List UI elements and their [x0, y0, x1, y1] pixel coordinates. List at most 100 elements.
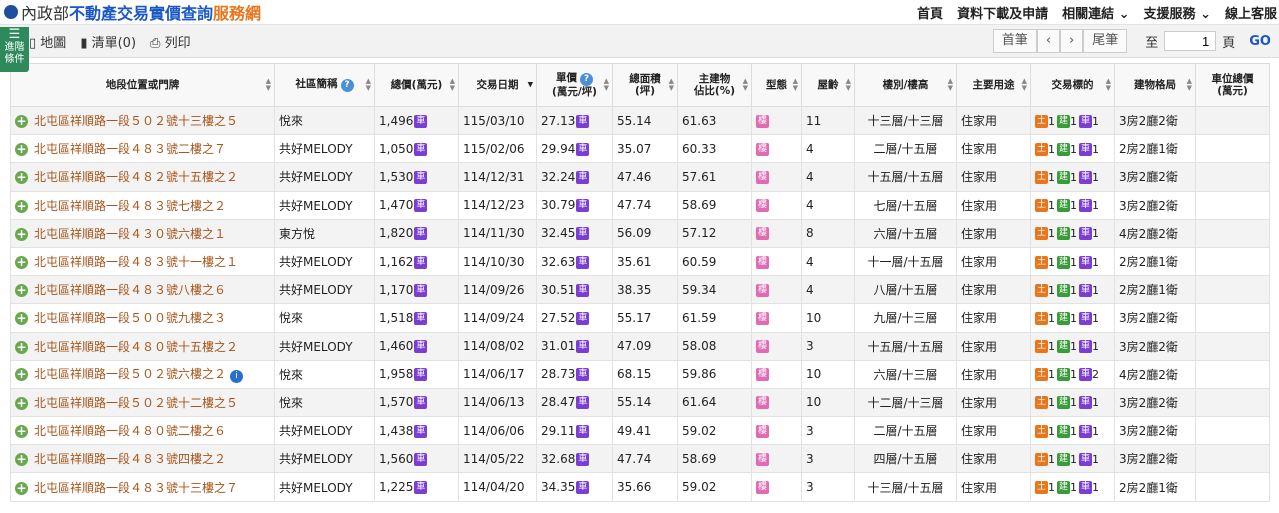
col-community[interactable]: 社區簡稱? ▲ ▼ [274, 63, 375, 107]
col-type[interactable]: 型態 ▲ ▼ [751, 63, 802, 107]
cell-type: 樓 [751, 246, 802, 277]
table-row[interactable]: + 北屯區祥順路一段４８０號二樓之６ 共好MELODY 1,438 車 114/06/06… [10, 416, 1270, 446]
table-row[interactable]: + 北屯區祥順路一段４８０號十五樓之２ 共好MELODY 1,460 車 114/08/0… [10, 331, 1270, 361]
table-row[interactable]: + 北屯區祥順路一段４８３號十三樓之７ 共好MELODY 1,225 車 114/04/2… [10, 472, 1270, 502]
help-icon[interactable]: ? [580, 73, 593, 86]
address-link[interactable]: 北屯區祥順路一段４８２號十五樓之２ [34, 170, 238, 184]
cell-use: 住家用 [956, 275, 1031, 305]
cell-type: 樓 [751, 162, 802, 192]
expand-plus-icon[interactable]: + [15, 396, 28, 410]
cell-target: 土1建1車1 [1030, 218, 1115, 248]
col-parking-price[interactable]: 車位總價 (萬元) [1195, 63, 1270, 107]
parking-badge: 車 [414, 170, 428, 184]
address-link[interactable]: 北屯區祥順路一段４８３號二樓之７ [34, 142, 226, 156]
info-icon[interactable]: i [230, 370, 244, 384]
building-count: 1 [1070, 481, 1077, 495]
expand-plus-icon[interactable]: + [15, 368, 28, 382]
parking-badge: 車 [1079, 170, 1092, 184]
cell-community: 悅來 [274, 359, 375, 389]
cell-layout: 3房2廳2衛 [1114, 331, 1196, 361]
expand-plus-icon[interactable]: + [15, 425, 28, 439]
last-page-button[interactable]: 尾筆 [1083, 29, 1128, 53]
page-number-input[interactable] [1164, 31, 1217, 51]
table-row[interactable]: + 北屯區祥順路一段５０２號六樓之２ i 悅來 1,958 車 114/06/17 28.73… [10, 359, 1270, 389]
col-main-ratio[interactable]: 主建物 佔比(%) ▲ ▼ [677, 63, 752, 107]
expand-plus-icon[interactable]: + [15, 284, 28, 298]
expand-plus-icon[interactable]: + [15, 453, 28, 467]
col-age[interactable]: 屋齡 ▲ ▼ [801, 63, 855, 107]
address-link[interactable]: 北屯區祥順路一段４８３號八樓之６ [34, 283, 226, 297]
land-badge: 土 [1035, 170, 1048, 184]
expand-plus-icon[interactable]: + [15, 115, 28, 129]
table-row[interactable]: + 北屯區祥順路一段４３０號六樓之１ 東方悅 1,820 車 114/11/30 32.45… [10, 218, 1270, 248]
site-logo[interactable]: 內政部 不動產交易實價查詢 服務網 [0, 0, 261, 24]
print-button[interactable]: ⎙ 列印 [150, 32, 191, 51]
list-view-button[interactable]: ▮ 清單(0) [80, 32, 136, 51]
prev-page-button[interactable]: ‹ [1036, 29, 1061, 53]
col-address[interactable]: 地段位置或門牌 ▲ ▼ [10, 63, 275, 107]
cell-floor: 十三層/十五層 [854, 472, 957, 502]
expand-plus-icon[interactable]: + [15, 256, 28, 270]
first-page-button[interactable]: 首筆 [992, 29, 1037, 53]
table-row[interactable]: + 北屯區祥順路一段４８３號七樓之２ 共好MELODY 1,470 車 114/12/23… [10, 190, 1270, 220]
building-type-badge: 樓 [756, 114, 769, 128]
address-link[interactable]: 北屯區祥順路一段４８３號十一樓之１ [34, 255, 238, 269]
table-row[interactable]: + 北屯區祥順路一段４８３號二樓之７ 共好MELODY 1,050 車 115/02/06… [10, 134, 1270, 164]
advanced-filter-button[interactable]: ☰ 進階 條件 [0, 27, 29, 72]
expand-plus-icon[interactable]: + [15, 481, 28, 495]
cell-total-area: 47.09 [612, 331, 678, 361]
nav-support[interactable]: 支援服務 ⌄ [1144, 3, 1211, 22]
table-row[interactable]: + 北屯區祥順路一段５０２號十二樓之５ 悅來 1,570 車 114/06/13 28.47… [10, 387, 1270, 418]
parking-badge: 車 [1079, 452, 1092, 466]
col-floor[interactable]: 樓別/樓高 ▲ ▼ [854, 63, 957, 107]
address-link[interactable]: 北屯區祥順路一段４８３號七樓之２ [34, 199, 226, 213]
help-icon[interactable]: ? [340, 79, 354, 92]
expand-plus-icon[interactable]: + [15, 199, 28, 213]
address-link[interactable]: 北屯區祥順路一段５０２號十二樓之５ [34, 396, 238, 410]
next-page-button[interactable]: › [1060, 29, 1084, 53]
table-row[interactable]: + 北屯區祥順路一段５０２號十三樓之５ 悅來 1,496 車 115/03/10 27.13… [10, 105, 1270, 136]
expand-plus-icon[interactable]: + [15, 171, 28, 185]
table-row[interactable]: + 北屯區祥順路一段５００號九樓之３ 悅來 1,518 車 114/09/24 27.52 車… [10, 303, 1270, 333]
nav-download[interactable]: 資料下載及申請 [957, 3, 1048, 22]
page-label: 頁 [1222, 35, 1236, 51]
table-row[interactable]: + 北屯區祥順路一段４８３號十一樓之１ 共好MELODY 1,162 車 114/10/3… [10, 246, 1270, 277]
parking-badge: 車 [1079, 424, 1092, 438]
col-layout[interactable]: 建物格局 ▲ ▼ [1114, 63, 1196, 107]
cell-unit-price: 34.35 車 [536, 472, 613, 502]
address-link[interactable]: 北屯區祥順路一段４８０號二樓之６ [34, 424, 226, 438]
col-total-price[interactable]: 總價(萬元) ▲ ▼ [374, 63, 459, 107]
land-count: 1 [1048, 340, 1055, 354]
expand-plus-icon[interactable]: + [15, 312, 28, 326]
land-count: 1 [1048, 396, 1055, 410]
expand-plus-icon[interactable]: + [15, 227, 28, 241]
col-unit-price[interactable]: 單價? (萬元/坪) ▲ ▼ [536, 63, 613, 107]
expand-plus-icon[interactable]: + [15, 143, 28, 157]
address-link[interactable]: 北屯區祥順路一段５００號九樓之３ [34, 311, 226, 325]
cell-total-area: 68.15 [612, 359, 678, 389]
nav-links[interactable]: 相關連結 ⌄ [1062, 3, 1129, 22]
table-row[interactable]: + 北屯區祥順路一段４８３號四樓之２ 共好MELODY 1,560 車 114/05/22… [10, 444, 1270, 474]
table-row[interactable]: + 北屯區祥順路一段４８３號八樓之６ 共好MELODY 1,170 車 114/09/26… [10, 275, 1270, 305]
nav-home[interactable]: 首頁 [917, 3, 943, 22]
cell-floor: 七層/十五層 [854, 190, 957, 220]
col-total-area[interactable]: 總面積 (坪) ▲ ▼ [612, 63, 678, 107]
address-link[interactable]: 北屯區祥順路一段４８３號四樓之２ [34, 452, 226, 466]
address-link[interactable]: 北屯區祥順路一段４８０號十五樓之２ [34, 340, 238, 354]
table-row[interactable]: + 北屯區祥順路一段４８２號十五樓之２ 共好MELODY 1,530 車 114/12/3… [10, 162, 1270, 192]
address-link[interactable]: 北屯區祥順路一段４８３號十三樓之７ [34, 481, 238, 495]
address-link[interactable]: 北屯區祥順路一段４３０號六樓之１ [34, 227, 226, 241]
nav-online-service[interactable]: 線上客服 [1225, 3, 1277, 22]
col-trade-date[interactable]: 交易日期 ▼ [458, 63, 537, 107]
cell-target: 土1建1車1 [1030, 303, 1115, 333]
parking-badge: 車 [414, 114, 428, 128]
map-view-button[interactable]: ▯ 地圖 [29, 32, 66, 51]
go-button[interactable]: GO [1249, 34, 1271, 49]
col-use[interactable]: 主要用途 ▲ ▼ [956, 63, 1031, 107]
parking-badge: 車 [414, 396, 428, 410]
cell-main-ratio: 57.12 [677, 218, 752, 248]
col-target[interactable]: 交易標的 ▲ ▼ [1030, 63, 1115, 107]
address-link[interactable]: 北屯區祥順路一段５０２號六樓之２ [34, 367, 226, 381]
expand-plus-icon[interactable]: + [15, 340, 28, 354]
address-link[interactable]: 北屯區祥順路一段５０２號十三樓之５ [34, 114, 238, 128]
